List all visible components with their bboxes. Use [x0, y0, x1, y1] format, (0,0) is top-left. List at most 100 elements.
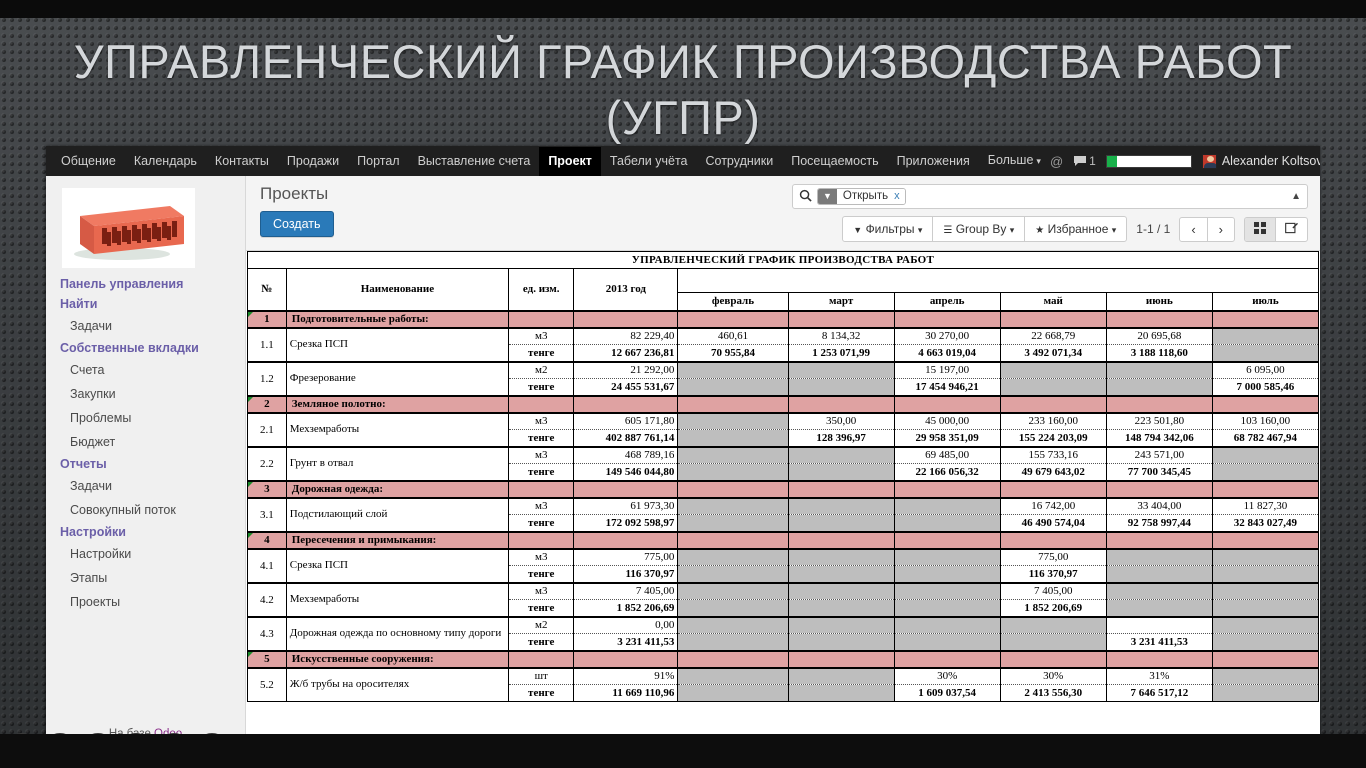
section-empty-cell [894, 311, 1000, 328]
favorites-label: Избранное [1048, 222, 1109, 236]
cell-qty-m4 [1000, 362, 1106, 379]
section-empty-cell [788, 311, 894, 328]
prev-slide-button[interactable] [6, 733, 38, 765]
sidebar-item-4-2[interactable]: Совокупный поток [46, 498, 245, 522]
cell-amount-m3: 22 166 056,32 [894, 464, 1000, 481]
cell-amount-m1: 70 955,84 [678, 345, 788, 362]
row-year-qty: 21 292,00 [574, 362, 678, 379]
cell-qty-m4: 7 405,00 [1000, 583, 1106, 600]
cell-qty-m6 [1212, 617, 1318, 634]
cell-qty-m3 [894, 498, 1000, 515]
cell-qty-m4: 16 742,00 [1000, 498, 1106, 515]
nav-item-4[interactable]: Продажи [278, 147, 348, 176]
user-menu[interactable]: Alexander Koltsov ▾ [1202, 154, 1320, 169]
cell-qty-m6 [1212, 328, 1318, 345]
cell-qty-m1 [678, 413, 788, 430]
cell-qty-m6 [1212, 549, 1318, 566]
facet-label: Открыть [837, 188, 894, 205]
filters-label: Фильтры [866, 222, 915, 236]
cell-qty-m1 [678, 549, 788, 566]
nav-item-3[interactable]: Контакты [206, 147, 278, 176]
section-num: 5 [248, 651, 287, 668]
cell-qty-m3: 69 485,00 [894, 447, 1000, 464]
kanban-view-button[interactable] [1245, 218, 1276, 241]
nav-item-9[interactable]: Сотрудники [697, 147, 783, 176]
cell-amount-m3: 1 609 037,54 [894, 685, 1000, 702]
row-year-amount: 3 231 411,53 [574, 634, 678, 651]
cell-qty-m2 [788, 362, 894, 379]
search-collapse-icon[interactable]: ▲ [1291, 191, 1301, 202]
chat-icon[interactable]: 1 [1073, 154, 1096, 168]
cell-amount-m4: 1 852 206,69 [1000, 600, 1106, 617]
cell-qty-m4 [1000, 617, 1106, 634]
cell-qty-m5: 243 571,00 [1106, 447, 1212, 464]
header-num: № [248, 269, 287, 311]
cell-qty-m6: 103 160,00 [1212, 413, 1318, 430]
sidebar-item-5-3[interactable]: Проекты [46, 590, 245, 614]
table-row: 4.2Мехземработым37 405,007 405,00 [248, 583, 1319, 600]
more-icon[interactable] [196, 733, 228, 765]
nav-item-6[interactable]: Выставление счета [409, 147, 540, 176]
cell-amount-m2 [788, 464, 894, 481]
next-page-button[interactable]: › [1208, 218, 1234, 241]
section-empty-cell [574, 481, 678, 498]
row-number: 4.3 [248, 617, 287, 651]
nav-item-2[interactable]: Календарь [125, 147, 206, 176]
cell-amount-m4: 155 224 203,09 [1000, 430, 1106, 447]
cell-qty-m3 [894, 583, 1000, 600]
filters-button[interactable]: ▼ Фильтры ▾ [843, 217, 933, 241]
cell-qty-m1 [678, 617, 788, 634]
row-name: Мехземработы [286, 413, 508, 447]
next-slide-button[interactable] [44, 733, 76, 765]
search-input[interactable]: ▼ Открыть x ▲ [792, 184, 1308, 209]
facet-remove-icon[interactable]: x [894, 188, 905, 205]
cell-qty-m6 [1212, 583, 1318, 600]
nav-item-11[interactable]: Приложения [888, 147, 979, 176]
table-header-row: №Наименованиеед. изм.2013 год [248, 269, 1319, 293]
search-facet-open[interactable]: ▼ Открыть x [817, 188, 906, 205]
section-empty-cell [574, 532, 678, 549]
section-empty-cell [788, 481, 894, 498]
sidebar-item-3-3[interactable]: Проблемы [46, 406, 245, 430]
search-icon [799, 189, 812, 205]
chevron-down-icon: ▾ [918, 225, 923, 235]
favorites-button[interactable]: ★ Избранное ▾ [1025, 217, 1126, 241]
section-empty-cell [1000, 311, 1106, 328]
sidebar-item-2-1[interactable]: Задачи [46, 314, 245, 338]
nav-item-8[interactable]: Табели учёта [601, 147, 697, 176]
sidebar-item-5-1[interactable]: Настройки [46, 542, 245, 566]
row-unit-amount: тенге [509, 515, 574, 532]
cell-qty-m1 [678, 583, 788, 600]
cell-qty-m2 [788, 583, 894, 600]
row-unit-amount: тенге [509, 430, 574, 447]
prev-page-button[interactable]: ‹ [1180, 218, 1207, 241]
nav-item-12[interactable]: Больше▾ [979, 146, 1050, 176]
table-row: 3.1Подстилающий слойм361 973,3016 742,00… [248, 498, 1319, 515]
create-button[interactable]: Создать [260, 211, 334, 237]
cell-qty-m2: 8 134,32 [788, 328, 894, 345]
section-empty-cell [509, 651, 574, 668]
slides-icon[interactable] [120, 733, 152, 765]
sidebar-item-3-1[interactable]: Счета [46, 358, 245, 382]
sidebar-item-4-1[interactable]: Задачи [46, 474, 245, 498]
cell-amount-m5: 3 188 118,60 [1106, 345, 1212, 362]
nav-item-10[interactable]: Посещаемость [782, 147, 887, 176]
row-year-qty: 91% [574, 668, 678, 685]
cell-amount-m3 [894, 634, 1000, 651]
cell-amount-m5: 3 231 411,53 [1106, 634, 1212, 651]
cell-qty-m1 [678, 447, 788, 464]
form-view-button[interactable] [1276, 218, 1307, 241]
zoom-icon[interactable] [158, 733, 190, 765]
cell-amount-m2: 1 253 071,99 [788, 345, 894, 362]
groupby-button[interactable]: ☰ Group By ▾ [933, 217, 1025, 241]
cell-amount-m3 [894, 515, 1000, 532]
sidebar-item-3-2[interactable]: Закупки [46, 382, 245, 406]
nav-item-7[interactable]: Проект [539, 147, 601, 176]
nav-item-5[interactable]: Портал [348, 147, 408, 176]
odoo-app-window: ОбщениеКалендарьКонтактыПродажиПорталВыс… [46, 146, 1320, 746]
sidebar-item-5-2[interactable]: Этапы [46, 566, 245, 590]
nav-item-1[interactable]: Общение [52, 147, 125, 176]
sidebar-item-3-4[interactable]: Бюджет [46, 430, 245, 454]
pen-icon[interactable] [82, 733, 114, 765]
mention-icon[interactable]: @ [1050, 154, 1063, 169]
